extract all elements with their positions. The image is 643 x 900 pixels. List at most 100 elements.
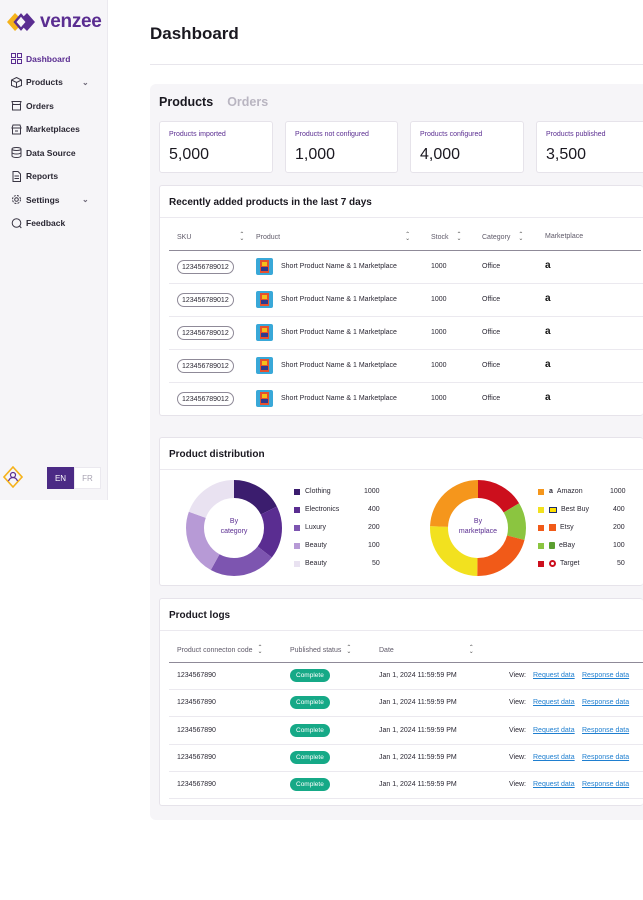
sort-icon[interactable]: ⌃ ⌄ [518,232,523,242]
sidebar: venzee Dashboard Products ⌄ Orders Marke… [0,0,108,500]
legend-item-clothing: Clothing [294,488,331,495]
column-header-published-status[interactable]: Published status ⌃ ⌄ [290,645,351,655]
legend-swatch [538,488,544,495]
stat-label: Products published [546,131,606,138]
sidebar-item-label: Orders [26,100,54,111]
tab-orders[interactable]: Orders [227,95,268,109]
stat-value: 1,000 [295,146,336,163]
lang-en-button[interactable]: EN [47,467,74,489]
product-logs-card: Product logs Product connecton code ⌃ ⌄ P… [159,598,643,806]
column-header-connection-code[interactable]: Product connecton code ⌃ ⌄ [177,645,263,655]
sidebar-item-orders[interactable]: Orders [0,94,108,118]
database-icon [10,147,22,159]
chevron-down-icon[interactable]: ⌄ [82,78,89,87]
sidebar-item-dashboard[interactable]: Dashboard [0,47,108,71]
stat-value: 5,000 [169,146,210,163]
column-header-sku[interactable]: SKU ⌃ ⌄ [177,232,244,242]
legend-label: Etsy [560,524,574,531]
column-header-stock[interactable]: Stock ⌃ ⌄ [431,232,462,242]
donut-label-line: By [229,518,239,525]
amazon-icon: a [545,392,551,403]
request-data-link[interactable]: Request data [533,754,575,761]
response-data-link[interactable]: Response data [582,781,629,788]
response-data-link[interactable]: Response data [582,754,629,761]
sidebar-item-reports[interactable]: Reports [0,165,108,189]
sidebar-item-feedback[interactable]: Feedback [0,212,108,236]
stock-value: 1000 [431,329,447,336]
product-thumbnail [256,390,273,407]
request-data-link[interactable]: Request data [533,781,575,788]
category-value: Office [482,362,501,369]
sort-icon[interactable]: ⌃ ⌄ [405,232,410,242]
sort-icon[interactable]: ⌃ ⌄ [239,232,244,242]
column-header-product[interactable]: Product ⌃ ⌄ [256,232,410,242]
legend-item-amazon: a Amazon [538,488,583,495]
card-divider [160,469,643,470]
column-header-marketplace: Marketplace [545,233,583,240]
legend-value: 50 [617,560,625,567]
chat-icon [10,217,22,229]
sku-chip: 123456789012 [177,260,234,274]
sku-chip: 123456789012 [177,392,234,406]
amazon-icon: a [545,293,551,304]
response-data-link[interactable]: Response data [582,699,629,706]
stock-value: 1000 [431,362,447,369]
column-label: Product connecton code [177,646,253,654]
sku-chip: 123456789012 [177,326,234,340]
request-data-link[interactable]: Request data [533,672,575,679]
request-data-link[interactable]: Request data [533,699,575,706]
category-donut-label: By category [204,517,264,537]
request-data-link[interactable]: Request data [533,727,575,734]
document-icon [10,170,22,182]
legend-value: 1000 [364,488,380,495]
sort-icon[interactable]: ⌃ ⌄ [457,232,462,242]
view-label: View: [509,754,526,761]
gear-icon [10,194,22,206]
stat-value: 4,000 [420,146,461,163]
sidebar-item-label: Feedback [26,218,66,229]
legend-swatch [538,506,544,513]
view-label: View: [509,727,526,734]
sidebar-item-settings[interactable]: Settings ⌄ [0,188,108,212]
legend-value: 400 [368,506,380,513]
connection-code: 1234567890 [177,781,216,788]
venzee-logo[interactable]: venzee [6,11,102,33]
sidebar-item-data-source[interactable]: Data Source [0,141,108,165]
category-value: Office [482,296,501,303]
tab-products[interactable]: Products [159,95,213,109]
sort-icon[interactable]: ⌃ ⌄ [258,645,263,655]
product-thumbnail [256,324,273,341]
donut-label-line: category [220,528,248,535]
lang-fr-button[interactable]: FR [74,467,101,489]
amazon-icon: a [545,260,551,271]
response-data-link[interactable]: Response data [582,672,629,679]
sku-chip: 123456789012 [177,359,234,373]
column-header-date[interactable]: Date ⌃ ⌄ [379,645,474,655]
sidebar-item-marketplaces[interactable]: Marketplaces [0,118,108,142]
product-name: Short Product Name & 1 Marketplace [281,362,397,369]
chevron-down-icon[interactable]: ⌄ [82,195,89,204]
product-name: Short Product Name & 1 Marketplace [281,296,397,303]
venzee-small-logo-icon[interactable] [3,466,23,488]
log-date: Jan 1, 2024 11:59:59 PM [379,754,457,761]
response-data-link[interactable]: Response data [582,727,629,734]
connection-code: 1234567890 [177,699,216,706]
recent-products-title: Recently added products in the last 7 da… [169,197,372,208]
category-value: Office [482,263,501,270]
row-divider [169,382,643,383]
amazon-icon: a [545,326,551,337]
sort-icon[interactable]: ⌃ ⌄ [469,645,474,655]
grid-icon [10,53,22,65]
legend-value: 100 [613,542,625,549]
language-switcher: EN FR [47,467,101,489]
sidebar-item-products[interactable]: Products ⌄ [0,71,108,95]
product-name: Short Product Name & 1 Marketplace [281,395,397,402]
venzee-mark-icon [7,13,35,31]
page-title: Dashboard [150,24,239,43]
stat-card-configured: Products configured 4,000 [410,121,524,173]
log-date: Jan 1, 2024 11:59:59 PM [379,699,457,706]
stat-card-published: Products published 3,500 [536,121,643,173]
column-header-category[interactable]: Category ⌃ ⌄ [482,232,523,242]
sort-icon[interactable]: ⌃ ⌄ [346,645,351,655]
legend-swatch [538,560,544,567]
